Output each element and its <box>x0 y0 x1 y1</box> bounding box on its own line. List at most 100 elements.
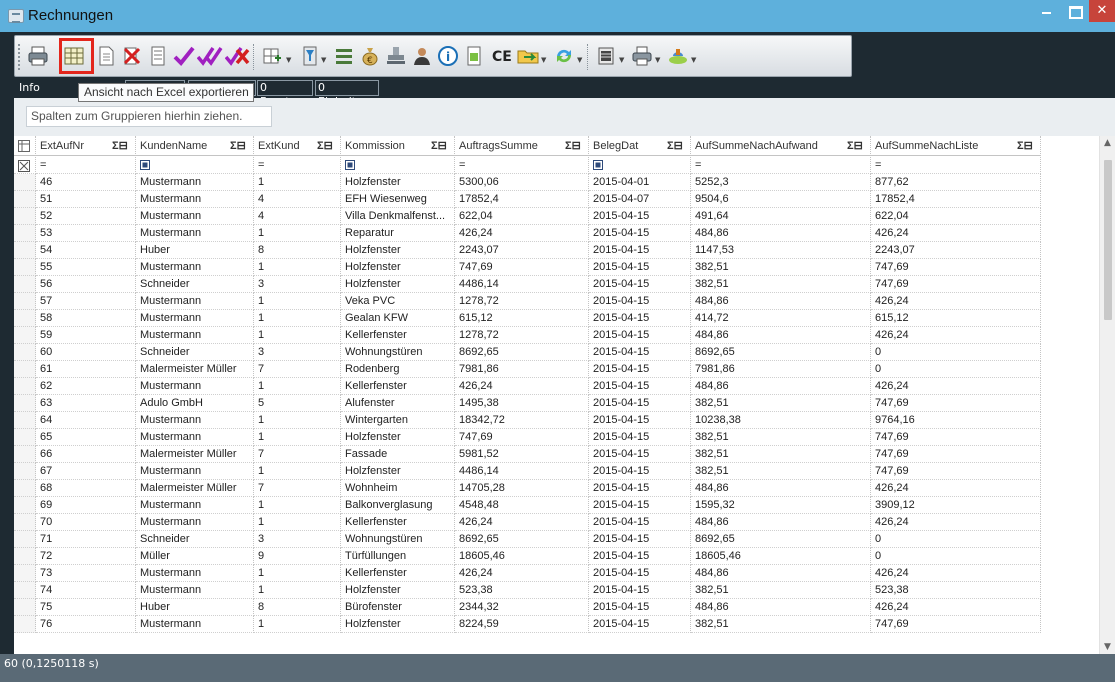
cell-extaufnr[interactable]: 54 <box>36 242 136 259</box>
cell-kundenname[interactable]: Mustermann <box>136 497 254 514</box>
cell-belegdat[interactable]: 2015-04-15 <box>589 378 691 395</box>
cell-kommission[interactable]: Holzfenster <box>341 616 455 633</box>
cell-aufsummenachliste[interactable]: 877,62 <box>871 174 1041 191</box>
cell-aufsummenachaufwand[interactable]: 484,86 <box>691 378 871 395</box>
cell-aufsummenachaufwand[interactable]: 484,86 <box>691 225 871 242</box>
cell-belegdat[interactable]: 2015-04-15 <box>589 531 691 548</box>
cell-aufsummenachliste[interactable]: 17852,4 <box>871 191 1041 208</box>
sum-pin-icon[interactable]: Σ⊟ <box>565 136 581 155</box>
data-grid[interactable]: ExtAufNr Σ⊟ KundenName Σ⊟ ExtKund Σ⊟ Kommissio… <box>14 136 1115 654</box>
table-row[interactable]: 68 Malermeister Müller 7 Wohnheim 14705,28 20… <box>14 480 1098 497</box>
cell-auftragssumme[interactable]: 426,24 <box>455 565 589 582</box>
add-row-icon[interactable] <box>259 42 285 70</box>
row-selector[interactable] <box>14 582 36 599</box>
cell-aufsummenachaufwand[interactable]: 382,51 <box>691 446 871 463</box>
cell-extaufnr[interactable]: 56 <box>36 276 136 293</box>
row-selector[interactable] <box>14 497 36 514</box>
cell-extaufnr[interactable]: 60 <box>36 344 136 361</box>
cell-belegdat[interactable]: 2015-04-15 <box>589 293 691 310</box>
cell-aufsummenachliste[interactable]: 426,24 <box>871 225 1041 242</box>
row-selector[interactable] <box>14 174 36 191</box>
cell-aufsummenachaufwand[interactable]: 382,51 <box>691 582 871 599</box>
printer-icon[interactable] <box>25 42 51 70</box>
cell-extaufnr[interactable]: 59 <box>36 327 136 344</box>
cell-extaufnr[interactable]: 76 <box>36 616 136 633</box>
cell-kommission[interactable]: Rodenberg <box>341 361 455 378</box>
sum-pin-icon[interactable]: Σ⊟ <box>230 136 246 155</box>
row-selector[interactable] <box>14 463 36 480</box>
cell-belegdat[interactable]: 2015-04-15 <box>589 548 691 565</box>
row-selector[interactable] <box>14 242 36 259</box>
row-selector[interactable] <box>14 259 36 276</box>
row-selector[interactable] <box>14 191 36 208</box>
table-row[interactable]: 57 Mustermann 1 Veka PVC 1278,72 2015-04-15 48… <box>14 293 1098 310</box>
column-chooser-icon[interactable] <box>14 136 36 156</box>
cell-kundenname[interactable]: Mustermann <box>136 412 254 429</box>
column-header-auftragssumme[interactable]: AuftragsSumme Σ⊟ <box>455 136 589 156</box>
cell-extaufnr[interactable]: 69 <box>36 497 136 514</box>
cell-auftragssumme[interactable]: 5981,52 <box>455 446 589 463</box>
cell-kommission[interactable]: Holzfenster <box>341 259 455 276</box>
cell-kommission[interactable]: Veka PVC <box>341 293 455 310</box>
row-selector[interactable] <box>14 378 36 395</box>
filter-operator[interactable]: = <box>691 157 871 174</box>
row-selector[interactable] <box>14 480 36 497</box>
row-selector[interactable] <box>14 225 36 242</box>
cell-auftragssumme[interactable]: 2243,07 <box>455 242 589 259</box>
cell-extaufnr[interactable]: 52 <box>36 208 136 225</box>
column-header-extkund[interactable]: ExtKund Σ⊟ <box>254 136 341 156</box>
cancel-check-icon[interactable] <box>225 42 251 70</box>
row-selector[interactable] <box>14 514 36 531</box>
table-row[interactable]: 70 Mustermann 1 Kellerfenster 426,24 2015-04-… <box>14 514 1098 531</box>
cell-kommission[interactable]: Holzfenster <box>341 429 455 446</box>
cell-extkund[interactable]: 3 <box>254 276 341 293</box>
cell-aufsummenachaufwand[interactable]: 491,64 <box>691 208 871 225</box>
row-selector[interactable] <box>14 429 36 446</box>
cell-auftragssumme[interactable]: 622,04 <box>455 208 589 225</box>
table-row[interactable]: 63 Adulo GmbH 5 Alufenster 1495,38 2015-04-15… <box>14 395 1098 412</box>
cell-belegdat[interactable]: 2015-04-15 <box>589 497 691 514</box>
cell-aufsummenachliste[interactable]: 426,24 <box>871 599 1041 616</box>
column-header-belegdat[interactable]: BelegDat Σ⊟ <box>589 136 691 156</box>
cell-aufsummenachliste[interactable]: 0 <box>871 344 1041 361</box>
cell-aufsummenachaufwand[interactable]: 382,51 <box>691 259 871 276</box>
cell-kundenname[interactable]: Mustermann <box>136 174 254 191</box>
scroll-up-icon[interactable]: ▲ <box>1104 138 1111 148</box>
stamp-icon[interactable] <box>383 42 409 70</box>
table-row[interactable]: 71 Schneider 3 Wohnungstüren 8692,65 2015-04-… <box>14 531 1098 548</box>
money-bag-icon[interactable]: € <box>357 42 383 70</box>
cell-aufsummenachliste[interactable]: 0 <box>871 531 1041 548</box>
cell-aufsummenachliste[interactable]: 9764,16 <box>871 412 1041 429</box>
cell-belegdat[interactable]: 2015-04-15 <box>589 565 691 582</box>
cell-auftragssumme[interactable]: 426,24 <box>455 514 589 531</box>
cell-extkund[interactable]: 1 <box>254 293 341 310</box>
filter-operator[interactable]: = <box>36 157 136 174</box>
filter-row[interactable]: = = = = = <box>14 157 1098 174</box>
close-button[interactable]: ✕ <box>1089 0 1115 22</box>
cell-kommission[interactable]: Holzfenster <box>341 174 455 191</box>
cell-aufsummenachaufwand[interactable]: 382,51 <box>691 463 871 480</box>
cell-aufsummenachaufwand[interactable]: 484,86 <box>691 514 871 531</box>
cell-aufsummenachaufwand[interactable]: 18605,46 <box>691 548 871 565</box>
cell-kommission[interactable]: Wohnheim <box>341 480 455 497</box>
cell-kommission[interactable]: Holzfenster <box>341 463 455 480</box>
cell-kundenname[interactable]: Mustermann <box>136 208 254 225</box>
table-row[interactable]: 64 Mustermann 1 Wintergarten 18342,72 2015-04… <box>14 412 1098 429</box>
table-row[interactable]: 52 Mustermann 4 Villa Denkmalfenst... 622,04… <box>14 208 1098 225</box>
cell-kommission[interactable]: Kellerfenster <box>341 514 455 531</box>
cell-auftragssumme[interactable]: 747,69 <box>455 429 589 446</box>
cell-aufsummenachliste[interactable]: 747,69 <box>871 429 1041 446</box>
folder-icon[interactable] <box>515 42 541 70</box>
cell-extaufnr[interactable]: 67 <box>36 463 136 480</box>
cell-aufsummenachaufwand[interactable]: 484,86 <box>691 480 871 497</box>
cell-extkund[interactable]: 8 <box>254 242 341 259</box>
cell-extkund[interactable]: 9 <box>254 548 341 565</box>
cell-belegdat[interactable]: 2015-04-15 <box>589 446 691 463</box>
row-selector[interactable] <box>14 344 36 361</box>
info-icon[interactable]: i <box>435 42 461 70</box>
filter-operator[interactable]: = <box>254 157 341 174</box>
user-icon[interactable] <box>409 42 435 70</box>
cell-extkund[interactable]: 1 <box>254 463 341 480</box>
cell-extkund[interactable]: 1 <box>254 582 341 599</box>
cell-auftragssumme[interactable]: 18342,72 <box>455 412 589 429</box>
